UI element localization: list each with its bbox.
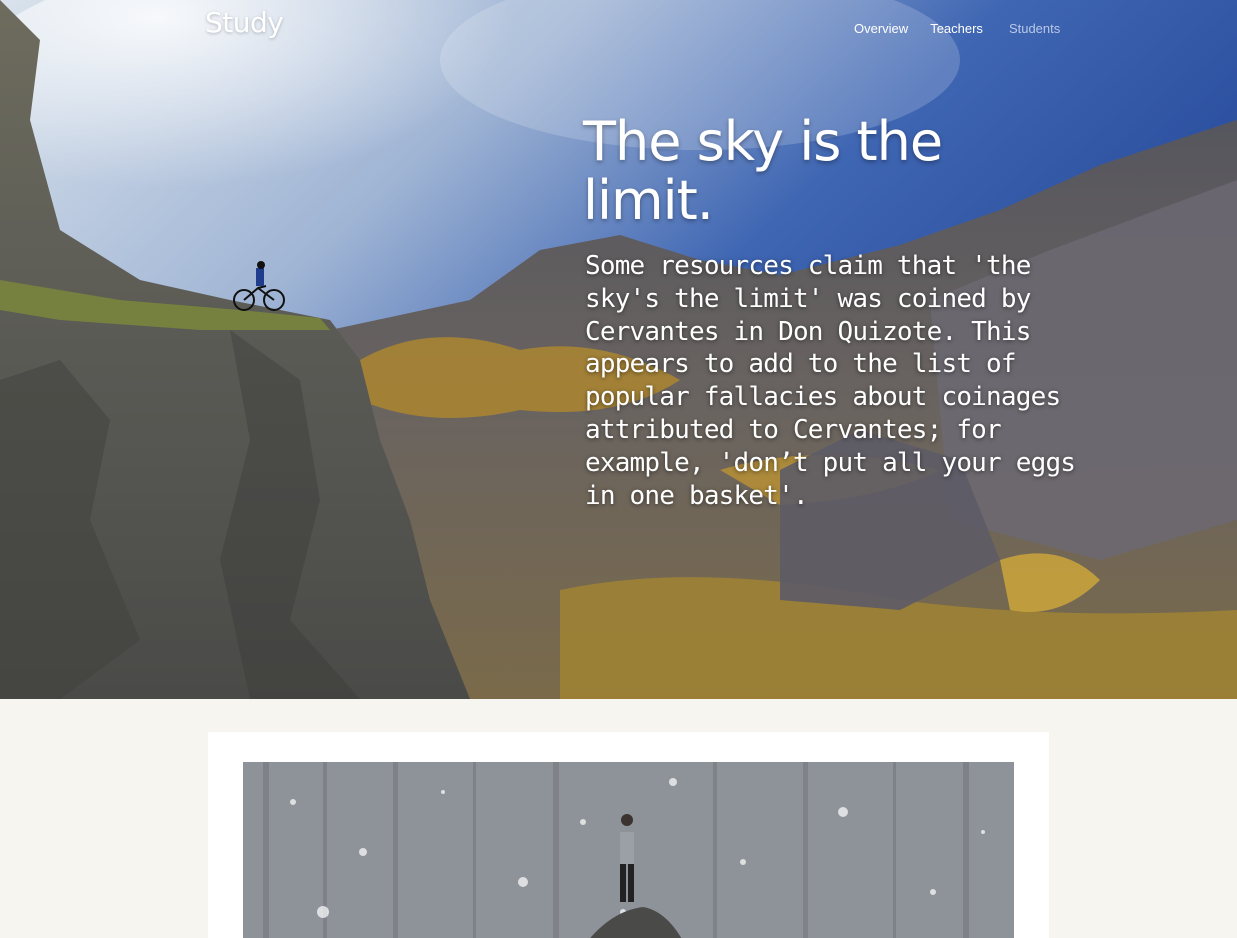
hero-section: Study Overview Teachers Students The sky… xyxy=(0,0,1237,699)
nav-students[interactable]: Students xyxy=(1009,21,1060,36)
card-photo xyxy=(243,762,1014,938)
snowy-scene-image xyxy=(243,762,1014,938)
nav-teachers[interactable]: Teachers xyxy=(930,21,983,36)
content-card xyxy=(208,732,1049,938)
hero-paragraph: Some resources claim that 'the sky's the… xyxy=(585,251,1076,511)
hero-headline: The sky is the limit. xyxy=(583,110,943,232)
brand-logo[interactable]: Study xyxy=(205,6,284,39)
nav-overview[interactable]: Overview xyxy=(854,21,908,36)
main-nav: Overview Teachers Students xyxy=(854,21,1082,36)
